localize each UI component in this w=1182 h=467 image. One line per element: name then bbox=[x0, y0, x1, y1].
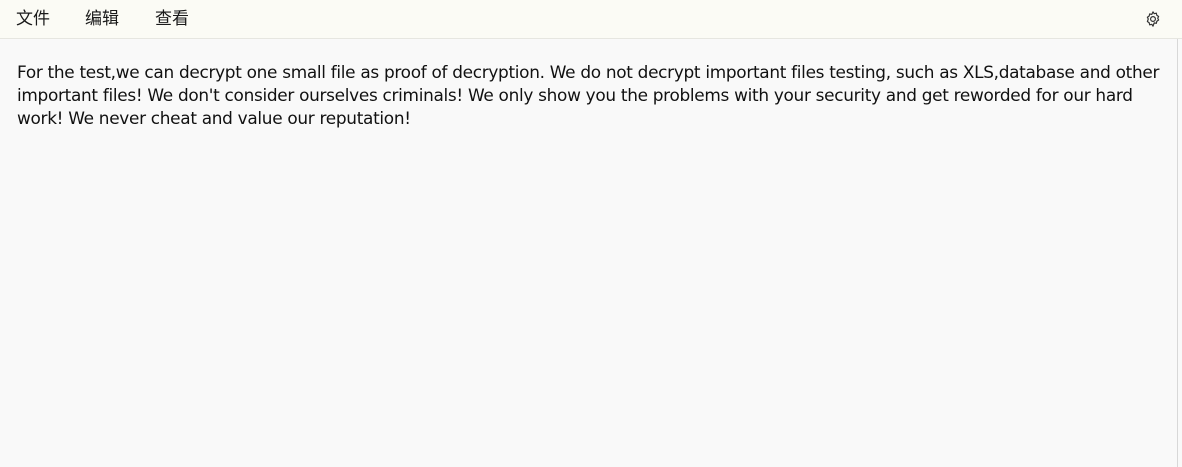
document-text: For the test,we can decrypt one small fi… bbox=[17, 62, 1160, 128]
menu-bar: 文件 编辑 查看 bbox=[0, 0, 1182, 39]
vertical-scrollbar[interactable] bbox=[1177, 39, 1182, 467]
menu-file[interactable]: 文件 bbox=[16, 0, 50, 39]
settings-button[interactable] bbox=[1142, 8, 1164, 30]
menu-edit[interactable]: 编辑 bbox=[85, 0, 119, 39]
menu-view[interactable]: 查看 bbox=[155, 0, 189, 39]
gear-icon bbox=[1146, 11, 1160, 27]
text-editor-area[interactable]: For the test,we can decrypt one small fi… bbox=[0, 39, 1177, 467]
